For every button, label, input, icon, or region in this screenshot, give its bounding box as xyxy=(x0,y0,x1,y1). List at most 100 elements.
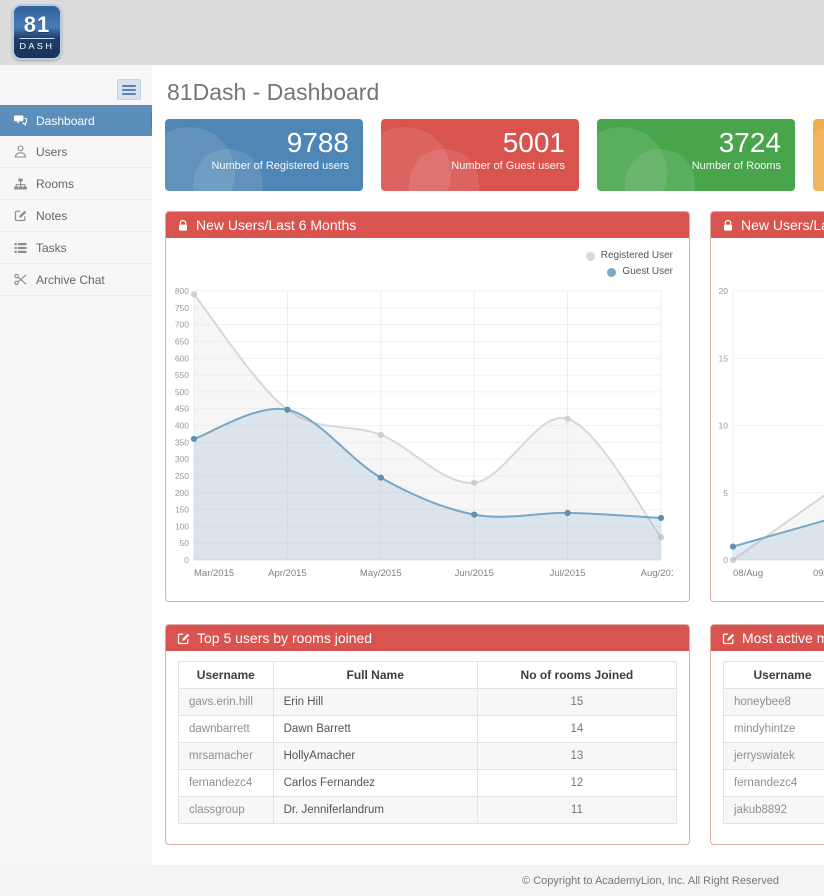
hamburger-icon xyxy=(122,85,136,87)
y-tick-label: 800 xyxy=(175,286,189,296)
y-tick-label: 10 xyxy=(719,421,729,431)
stat-card-registered-users: 9788 Number of Registered users xyxy=(165,119,363,191)
table-cell: Carlos Fernandez xyxy=(273,770,477,797)
sidebar-item-rooms[interactable]: Rooms xyxy=(0,168,152,200)
y-tick-label: 0 xyxy=(184,555,189,565)
stat-card-guest-users: 5001 Number of Guest users xyxy=(381,119,579,191)
table-cell: 15 xyxy=(477,689,676,716)
panel-header: Most active memb xyxy=(711,625,824,651)
legend-label: Registered User xyxy=(601,248,673,264)
series-point[interactable] xyxy=(191,291,197,297)
y-tick-label: 200 xyxy=(175,488,189,498)
legend-item-guest[interactable]: Guest User xyxy=(586,264,673,280)
table-header-row: Username Full Name No of rooms Joined xyxy=(179,662,677,689)
series-point[interactable] xyxy=(730,543,736,549)
y-tick-label: 15 xyxy=(719,353,729,363)
table-header-row: Username xyxy=(724,662,824,689)
panel-title: New Users/Last 6 Months xyxy=(196,217,356,233)
table-cell: HollyAmacher xyxy=(273,743,477,770)
logo-text-81: 81 xyxy=(24,14,50,36)
series-area xyxy=(733,520,824,560)
legend-item-registered[interactable]: Registered User xyxy=(586,248,673,264)
edit-icon xyxy=(177,632,190,645)
table-cell: mindyhintze xyxy=(724,716,824,743)
lock-icon xyxy=(722,219,734,232)
y-tick-label: 400 xyxy=(175,421,189,431)
comments-icon xyxy=(13,114,27,127)
sidebar-item-archive-chat[interactable]: Archive Chat xyxy=(0,264,152,296)
column-header: Full Name xyxy=(273,662,477,689)
panel-top-users: Top 5 users by rooms joined Username Ful… xyxy=(165,624,690,845)
y-tick-label: 250 xyxy=(175,471,189,481)
series-point[interactable] xyxy=(471,480,477,486)
table-row: jakub8892 xyxy=(724,797,824,824)
series-point[interactable] xyxy=(378,475,384,481)
stat-value: 5001 xyxy=(381,128,565,158)
table-cell: 12 xyxy=(477,770,676,797)
legend-dot xyxy=(607,268,616,277)
table-cell: Dawn Barrett xyxy=(273,716,477,743)
y-tick-label: 650 xyxy=(175,336,189,346)
panel-most-active: Most active memb Username honeybee8mindy… xyxy=(710,624,824,845)
most-active-table: Username honeybee8mindyhintzejerryswiate… xyxy=(723,661,824,824)
legend-dot xyxy=(586,252,595,261)
series-point[interactable] xyxy=(191,436,197,442)
series-point[interactable] xyxy=(284,407,290,413)
table-cell: 13 xyxy=(477,743,676,770)
table-cell: classgroup xyxy=(179,797,274,824)
table-cell: 14 xyxy=(477,716,676,743)
y-tick-label: 450 xyxy=(175,404,189,414)
stat-value: 9788 xyxy=(165,128,349,158)
top-bar: 81 DASH xyxy=(0,0,824,65)
sidebar-item-label: Tasks xyxy=(36,241,67,255)
y-tick-label: 600 xyxy=(175,353,189,363)
x-axis-label: Jun/2015 xyxy=(455,568,494,579)
series-point[interactable] xyxy=(471,512,477,518)
footer: © Copyright to AcademyLion, Inc. All Rig… xyxy=(0,865,824,896)
y-tick-label: 100 xyxy=(175,521,189,531)
x-axis-label: 09/Aug xyxy=(813,568,824,579)
table-cell: mrsamacher xyxy=(179,743,274,770)
y-tick-label: 50 xyxy=(180,538,190,548)
edit-icon xyxy=(722,632,735,645)
sitemap-icon xyxy=(13,177,27,190)
panel-title: Most active memb xyxy=(742,630,824,646)
stat-card-partial xyxy=(813,119,824,191)
stat-label: Number of Registered users xyxy=(165,160,349,172)
y-tick-label: 20 xyxy=(719,286,729,296)
y-tick-label: 300 xyxy=(175,454,189,464)
table-row: dawnbarrettDawn Barrett14 xyxy=(179,716,677,743)
y-tick-label: 150 xyxy=(175,505,189,515)
panel-header: New Users/Last 7 D xyxy=(711,212,824,238)
sidebar-item-label: Rooms xyxy=(36,177,74,191)
stat-cards-row: 9788 Number of Registered users 5001 Num… xyxy=(165,119,824,191)
series-point[interactable] xyxy=(565,416,571,422)
series-point[interactable] xyxy=(565,510,571,516)
series-point[interactable] xyxy=(378,432,384,438)
x-axis-label: Apr/2015 xyxy=(268,568,307,579)
menu-toggle-button[interactable] xyxy=(117,79,141,100)
sidebar-nav: Dashboard Users Rooms Notes xyxy=(0,105,152,296)
x-axis-label: 08/Aug xyxy=(733,568,763,579)
table-row: jerryswiatek xyxy=(724,743,824,770)
line-chart-6-months: 8007507006506005505004504003503002502001… xyxy=(168,244,673,592)
sidebar-item-tasks[interactable]: Tasks xyxy=(0,232,152,264)
x-axis-label: May/2015 xyxy=(360,568,402,579)
panel-title: New Users/Last 7 D xyxy=(741,217,824,233)
sidebar-item-notes[interactable]: Notes xyxy=(0,200,152,232)
x-axis-label: Jul/2015 xyxy=(550,568,586,579)
table-row: fernandezc4Carlos Fernandez12 xyxy=(179,770,677,797)
table-cell: Dr. Jenniferlandrum xyxy=(273,797,477,824)
panel-title: Top 5 users by rooms joined xyxy=(197,630,372,646)
table-row: mrsamacherHollyAmacher13 xyxy=(179,743,677,770)
sidebar-item-users[interactable]: Users xyxy=(0,136,152,168)
x-axis-label: Mar/2015 xyxy=(194,568,234,579)
sidebar-item-dashboard[interactable]: Dashboard xyxy=(0,105,152,136)
sidebar-item-label: Users xyxy=(36,145,67,159)
series-point[interactable] xyxy=(658,515,664,521)
pencil-square-icon xyxy=(13,209,27,222)
scissors-icon xyxy=(13,273,27,286)
column-header: Username xyxy=(179,662,274,689)
brand-logo[interactable]: 81 DASH xyxy=(12,4,62,60)
sidebar-item-label: Notes xyxy=(36,209,67,223)
